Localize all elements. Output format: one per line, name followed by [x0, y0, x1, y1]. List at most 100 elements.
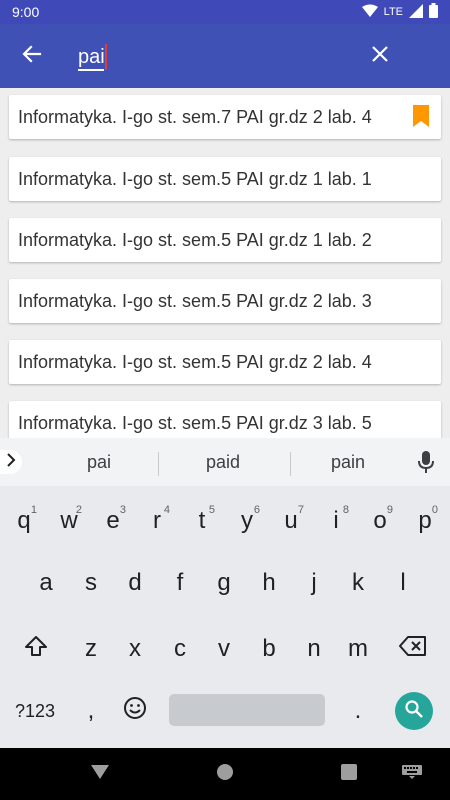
keyboard-switch-button[interactable]	[400, 762, 424, 786]
key-char: p	[418, 507, 432, 534]
signal-icon	[409, 3, 423, 21]
key-hint: 7	[297, 504, 304, 516]
key-hint: 2	[75, 504, 82, 516]
list-item-label: Informatyka. I-go st. sem.5 PAI gr.dz 1 …	[18, 229, 372, 250]
key-n[interactable]: n	[292, 624, 336, 674]
key-j[interactable]: j	[292, 558, 336, 608]
list-item[interactable]: Informatyka. I-go st. sem.5 PAI gr.dz 3 …	[9, 401, 441, 438]
key-hint: 3	[119, 504, 126, 516]
key-o[interactable]: o9	[358, 496, 402, 546]
key-char: o	[373, 507, 387, 534]
clear-search-button[interactable]	[348, 24, 412, 88]
key-hint: 6	[253, 504, 260, 516]
suggestion-divider	[158, 452, 159, 476]
bookmark-icon[interactable]	[413, 105, 429, 132]
key-char: q	[17, 507, 31, 534]
suggestion-divider	[290, 452, 291, 476]
key-r[interactable]: r4	[135, 496, 179, 546]
search-key[interactable]	[395, 692, 433, 730]
comma-key[interactable]: ,	[69, 686, 113, 736]
shift-icon	[24, 635, 48, 664]
key-v[interactable]: v	[202, 624, 246, 674]
expand-toolbar-button[interactable]	[0, 450, 22, 474]
period-key[interactable]: .	[336, 686, 380, 736]
key-char: e	[106, 507, 120, 534]
search-icon	[404, 699, 424, 724]
suggestion-1[interactable]: pai	[49, 452, 149, 473]
key-s[interactable]: s	[69, 558, 113, 608]
key-hint: 5	[208, 504, 215, 516]
backspace-key[interactable]	[391, 624, 435, 674]
key-k[interactable]: k	[336, 558, 380, 608]
key-p[interactable]: p0	[403, 496, 447, 546]
key-d[interactable]: d	[113, 558, 157, 608]
navigation-bar	[0, 748, 450, 800]
nav-home-button[interactable]	[213, 762, 237, 786]
key-hint: 4	[163, 504, 170, 516]
key-m[interactable]: m	[336, 624, 380, 674]
text-cursor	[105, 44, 107, 70]
key-char: u	[284, 507, 298, 534]
close-icon	[372, 45, 388, 67]
backspace-icon	[399, 635, 427, 663]
key-hint: 8	[342, 504, 349, 516]
list-item-label: Informatyka. I-go st. sem.5 PAI gr.dz 2 …	[18, 290, 372, 311]
suggestion-strip: pai paid pain	[0, 438, 450, 486]
list-item[interactable]: Informatyka. I-go st. sem.5 PAI gr.dz 2 …	[9, 279, 441, 323]
list-item[interactable]: Informatyka. I-go st. sem.7 PAI gr.dz 2 …	[9, 95, 441, 139]
key-y[interactable]: y6	[225, 496, 269, 546]
nav-back-button[interactable]	[88, 762, 112, 786]
keyboard-icon	[402, 764, 422, 784]
smiley-icon	[123, 696, 147, 727]
emoji-key[interactable]	[113, 686, 157, 736]
suggestion-2[interactable]: paid	[173, 452, 273, 473]
list-item-label: Informatyka. I-go st. sem.5 PAI gr.dz 3 …	[18, 412, 372, 433]
key-char: t	[198, 507, 206, 534]
arrow-left-icon	[22, 44, 42, 69]
results-list[interactable]: Informatyka. I-go st. sem.7 PAI gr.dz 2 …	[0, 88, 450, 438]
key-h[interactable]: h	[247, 558, 291, 608]
key-x[interactable]: x	[113, 624, 157, 674]
key-f[interactable]: f	[158, 558, 202, 608]
space-key[interactable]	[169, 694, 325, 726]
search-toolbar	[0, 24, 450, 88]
battery-icon	[429, 3, 438, 21]
nav-recents-button[interactable]	[337, 762, 361, 786]
key-char: i	[333, 507, 339, 534]
wifi-icon	[361, 4, 378, 21]
key-t[interactable]: t5	[180, 496, 224, 546]
symbols-key[interactable]: ?123	[8, 686, 62, 736]
microphone-icon[interactable]	[418, 451, 434, 478]
chevron-right-icon	[6, 452, 16, 472]
suggestion-3[interactable]: pain	[298, 452, 398, 473]
shift-key[interactable]	[14, 624, 58, 674]
key-l[interactable]: l	[381, 558, 425, 608]
key-g[interactable]: g	[202, 558, 246, 608]
key-char: r	[153, 507, 161, 534]
list-item[interactable]: Informatyka. I-go st. sem.5 PAI gr.dz 1 …	[9, 157, 441, 201]
status-icons: LTE	[361, 3, 438, 21]
key-q[interactable]: q1	[2, 496, 46, 546]
key-hint: 9	[386, 504, 393, 516]
network-label: LTE	[383, 6, 403, 18]
key-e[interactable]: e3	[91, 496, 135, 546]
list-item[interactable]: Informatyka. I-go st. sem.5 PAI gr.dz 1 …	[9, 218, 441, 262]
key-b[interactable]: b	[247, 624, 291, 674]
list-item-label: Informatyka. I-go st. sem.5 PAI gr.dz 2 …	[18, 351, 372, 372]
circle-home-icon	[216, 763, 234, 786]
soft-keyboard: pai paid pain q1 w2 e3 r4 t5 y6 u7 i8 o9…	[0, 438, 450, 748]
key-a[interactable]: a	[24, 558, 68, 608]
square-recents-icon	[341, 763, 357, 785]
back-button[interactable]	[0, 24, 64, 88]
key-z[interactable]: z	[69, 624, 113, 674]
list-item-label: Informatyka. I-go st. sem.5 PAI gr.dz 1 …	[18, 168, 372, 189]
key-i[interactable]: i8	[314, 496, 358, 546]
key-c[interactable]: c	[158, 624, 202, 674]
search-input[interactable]	[78, 44, 338, 70]
key-u[interactable]: u7	[269, 496, 313, 546]
key-w[interactable]: w2	[47, 496, 91, 546]
triangle-back-icon	[90, 764, 110, 785]
key-hint: 0	[431, 504, 438, 516]
search-underline	[78, 69, 104, 71]
list-item[interactable]: Informatyka. I-go st. sem.5 PAI gr.dz 2 …	[9, 340, 441, 384]
